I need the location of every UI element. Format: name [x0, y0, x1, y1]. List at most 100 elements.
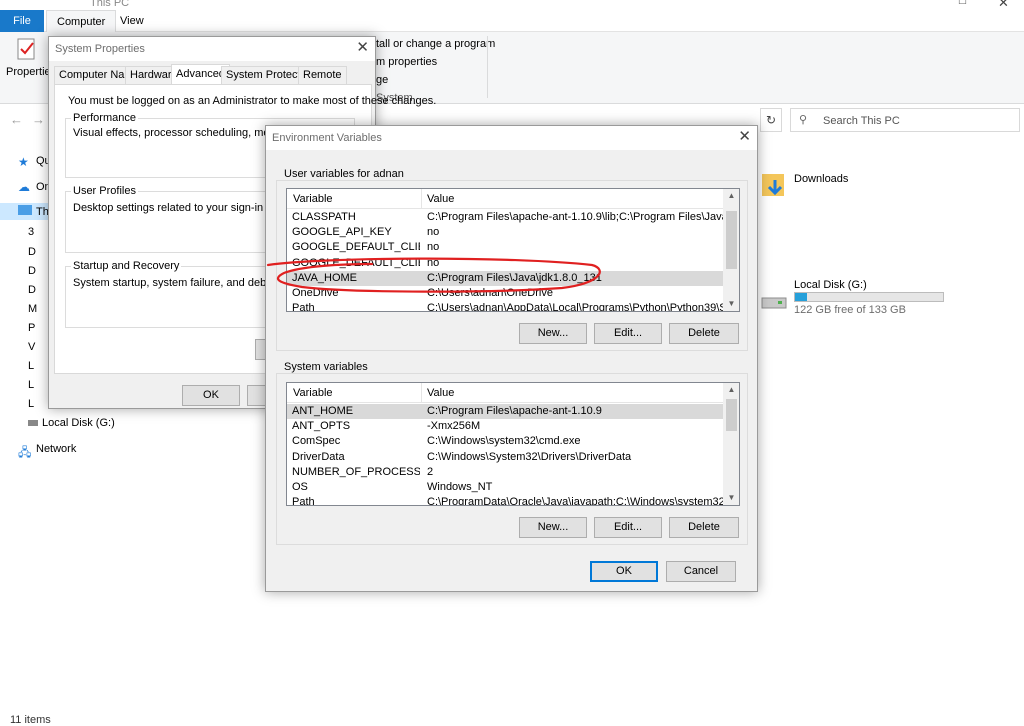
- search-box[interactable]: ⚲ Search This PC: [790, 108, 1020, 132]
- variable-cell: ANT_OPTS: [292, 420, 351, 433]
- network-icon: 🖧: [18, 445, 32, 459]
- scroll-up-icon[interactable]: ▲: [723, 191, 739, 200]
- maximize-icon[interactable]: ☐: [958, 0, 967, 7]
- system-variables-list[interactable]: Variable Value ANT_HOME C:\Program Files\…: [286, 382, 740, 506]
- system-properties-link[interactable]: m properties: [376, 56, 437, 68]
- value-cell: no: [427, 226, 440, 239]
- table-row[interactable]: GOOGLE_DEFAULT_CLIENT_ID no: [287, 240, 739, 255]
- tab-remote[interactable]: Remote: [298, 66, 347, 84]
- user-edit-button[interactable]: Edit...: [594, 323, 662, 344]
- scroll-down-icon[interactable]: ▼: [723, 299, 739, 308]
- tab-computer[interactable]: Computer: [46, 10, 117, 32]
- user-list-scrollbar[interactable]: ▲ ▼: [723, 189, 739, 311]
- column-value[interactable]: Value: [427, 193, 454, 205]
- value-cell: C:\Program Files\apache-ant-1.10.9\lib;C…: [427, 211, 723, 223]
- variable-cell: Path: [292, 496, 315, 506]
- nav-desktop[interactable]: D: [28, 246, 36, 258]
- column-variable[interactable]: Variable: [293, 387, 333, 399]
- table-row[interactable]: ANT_OPTS -Xmx256M: [287, 419, 739, 434]
- table-row[interactable]: OS Windows_NT: [287, 480, 739, 495]
- tab-view[interactable]: View: [110, 10, 154, 32]
- status-bar-count: 11 items: [10, 714, 51, 726]
- system-list-scrollbar[interactable]: ▲ ▼: [723, 383, 739, 505]
- ribbon-tab-bar: File Computer View: [0, 10, 1024, 32]
- system-new-button[interactable]: New...: [519, 517, 587, 538]
- column-variable[interactable]: Variable: [293, 193, 333, 205]
- env-ok-button[interactable]: OK: [590, 561, 658, 582]
- table-row[interactable]: NUMBER_OF_PROCESSORS 2: [287, 465, 739, 480]
- search-placeholder: Search This PC: [823, 115, 900, 127]
- nav-3d-objects[interactable]: 3: [28, 226, 34, 238]
- variable-cell: OS: [292, 481, 308, 493]
- system-edit-button[interactable]: Edit...: [594, 517, 662, 538]
- downloads-label[interactable]: Downloads: [794, 173, 848, 185]
- refresh-icon: ↻: [766, 113, 777, 127]
- env-cancel-button[interactable]: Cancel: [666, 561, 736, 582]
- value-cell: C:\Program Files\apache-ant-1.10.9: [427, 405, 602, 417]
- environment-variables-dialog: Environment Variables ✕ User variables f…: [265, 125, 758, 592]
- admin-note: You must be logged on as an Administrato…: [68, 95, 437, 107]
- system-variables-label: System variables: [282, 361, 370, 373]
- nav-local-disk-g[interactable]: Local Disk (G:): [42, 417, 115, 429]
- nav-local-disk-d[interactable]: L: [28, 379, 34, 391]
- column-separator[interactable]: [421, 189, 422, 209]
- nav-downloads[interactable]: D: [28, 284, 36, 296]
- column-value[interactable]: Value: [427, 387, 454, 399]
- value-cell: C:\Windows\system32\cmd.exe: [427, 435, 581, 448]
- value-cell: no: [427, 241, 440, 254]
- table-row[interactable]: GOOGLE_API_KEY no: [287, 225, 739, 240]
- disk-usage-bar: [794, 292, 944, 302]
- cloud-icon: ☁: [18, 180, 30, 194]
- list-header: Variable Value: [287, 383, 739, 403]
- table-row[interactable]: CLASSPATH C:\Program Files\apache-ant-1.1…: [287, 210, 739, 225]
- table-row[interactable]: Path C:\Users\adnan\AppData\Local\Program…: [287, 301, 739, 312]
- variable-cell: ComSpec: [292, 435, 341, 448]
- back-arrow-icon[interactable]: ←: [10, 112, 23, 127]
- table-row[interactable]: DriverData C:\Windows\System32\Drivers\Dr…: [287, 450, 739, 465]
- scroll-thumb[interactable]: [726, 211, 737, 269]
- properties-icon[interactable]: [14, 36, 40, 62]
- sp-ok-button[interactable]: OK: [182, 385, 240, 406]
- disk-free-text: 122 GB free of 133 GB: [794, 304, 906, 316]
- nav-local-disk-c[interactable]: L: [28, 360, 34, 372]
- user-delete-button[interactable]: Delete: [669, 323, 739, 344]
- close-icon[interactable]: ✕: [738, 129, 751, 145]
- title-bar: This PC ☐ ✕: [0, 0, 1024, 10]
- scroll-up-icon[interactable]: ▲: [723, 385, 739, 394]
- startup-label: Startup and Recovery: [71, 260, 182, 272]
- nav-network[interactable]: Network: [36, 443, 76, 455]
- nav-documents[interactable]: D: [28, 265, 36, 277]
- nav-music[interactable]: M: [28, 303, 37, 315]
- search-icon: ⚲: [799, 114, 808, 126]
- user-new-button[interactable]: New...: [519, 323, 587, 344]
- system-delete-button[interactable]: Delete: [669, 517, 739, 538]
- scroll-thumb[interactable]: [726, 399, 737, 431]
- table-row[interactable]: ComSpec C:\Windows\system32\cmd.exe: [287, 434, 739, 449]
- close-icon[interactable]: ✕: [356, 40, 369, 56]
- disk-name[interactable]: Local Disk (G:): [794, 279, 867, 291]
- disk-icon[interactable]: [760, 292, 788, 312]
- scroll-down-icon[interactable]: ▼: [723, 493, 739, 502]
- refresh-button[interactable]: ↻: [760, 108, 782, 132]
- nav-pictures[interactable]: P: [28, 322, 35, 334]
- downloads-folder-icon[interactable]: [762, 170, 786, 200]
- value-cell: Windows_NT: [427, 481, 493, 493]
- column-separator[interactable]: [421, 383, 422, 403]
- table-row[interactable]: ANT_HOME C:\Program Files\apache-ant-1.10…: [287, 404, 739, 419]
- nav-local-disk-e[interactable]: L: [28, 398, 34, 410]
- variable-cell: Path: [292, 302, 315, 312]
- tab-file[interactable]: File: [0, 10, 44, 32]
- user-profiles-desc: Desktop settings related to your sign-in: [73, 202, 264, 214]
- value-cell: 2: [427, 465, 434, 478]
- value-cell: C:\Windows\System32\Drivers\DriverData: [427, 450, 632, 463]
- nav-videos[interactable]: V: [28, 341, 35, 353]
- table-row[interactable]: Path C:\ProgramData\Oracle\Java\javapath;…: [287, 495, 739, 506]
- uninstall-program-link[interactable]: tall or change a program: [376, 38, 495, 50]
- forward-arrow-icon[interactable]: →: [32, 112, 45, 127]
- list-header: Variable Value: [287, 189, 739, 209]
- value-cell: C:\Users\adnan\AppData\Local\Programs\Py…: [427, 302, 723, 312]
- window-title: This PC: [90, 0, 130, 9]
- disk-usage-fill: [795, 293, 808, 301]
- manage-link[interactable]: ge: [376, 74, 388, 86]
- env-titlebar: Environment Variables ✕: [266, 126, 757, 150]
